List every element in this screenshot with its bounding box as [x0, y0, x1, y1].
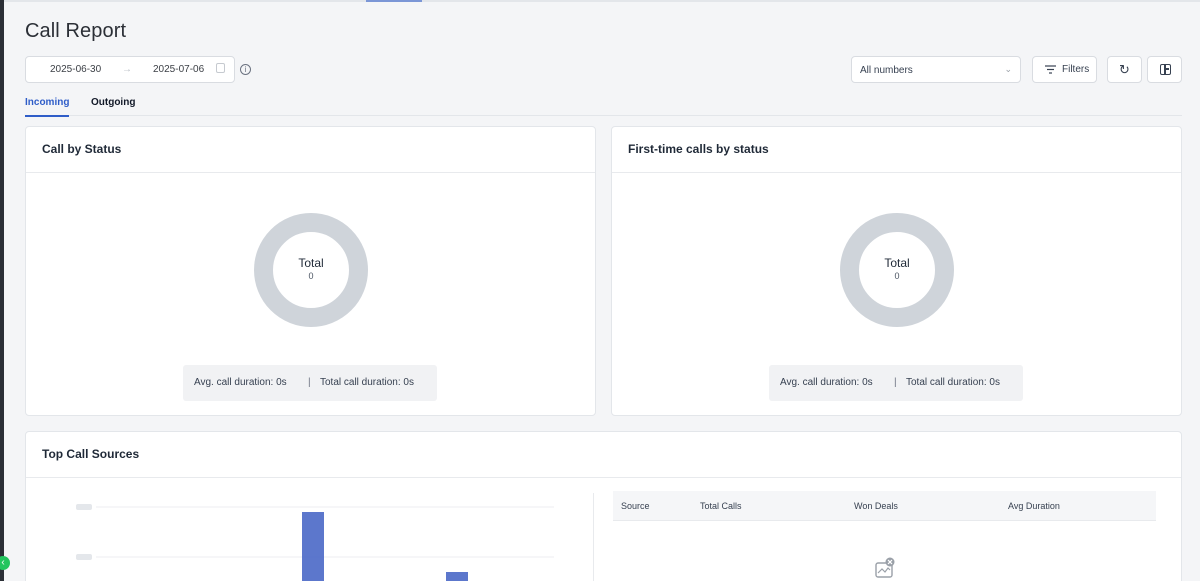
duration-summary: Avg. call duration: 0s | Total call dura…	[769, 365, 1023, 401]
top-call-sources-card: Top Call Sources Source Total Calls Won …	[25, 431, 1182, 581]
call-report-page: Call Report 2025-06-30 → 2025-07-06 i Al…	[25, 0, 1182, 581]
date-start[interactable]: 2025-06-30	[50, 64, 101, 75]
donut-total-value: 0	[308, 271, 314, 281]
donut-total-label: Total	[884, 256, 910, 270]
date-end[interactable]: 2025-07-06	[153, 64, 204, 75]
summary-separator: |	[308, 377, 311, 388]
tabs: Incoming Outgoing	[25, 96, 1182, 117]
top-sources-bar-chart	[76, 504, 554, 581]
column-header-avg-duration[interactable]: Avg Duration	[1008, 501, 1060, 511]
total-call-duration: Total call duration: 0s	[906, 377, 1000, 388]
calendar-icon[interactable]	[216, 63, 225, 73]
sources-table-header: Source Total Calls Won Deals Avg Duratio…	[613, 491, 1156, 521]
card-header: First-time calls by status	[612, 127, 1181, 173]
card-header: Call by Status	[26, 127, 595, 173]
card-title: First-time calls by status	[628, 142, 769, 156]
collapse-toggle-icon[interactable]: ‹	[0, 556, 10, 570]
filter-icon	[1045, 65, 1056, 74]
column-header-won-deals[interactable]: Won Deals	[854, 501, 898, 511]
date-arrow-icon: →	[122, 64, 132, 75]
info-icon[interactable]: i	[240, 64, 251, 75]
section-divider	[593, 493, 594, 581]
card-header: Top Call Sources	[26, 432, 1181, 478]
card-title: Top Call Sources	[42, 447, 140, 461]
date-range-picker[interactable]: 2025-06-30 → 2025-07-06	[25, 56, 235, 83]
column-header-total-calls[interactable]: Total Calls	[700, 501, 742, 511]
y-tick-label	[76, 554, 92, 560]
card-title: Call by Status	[42, 142, 122, 156]
first-time-calls-card: First-time calls by status Total 0 Avg. …	[611, 126, 1182, 416]
layout-icon	[1160, 64, 1171, 75]
layout-button[interactable]	[1147, 56, 1182, 83]
refresh-icon: ↻	[1119, 62, 1130, 77]
avg-call-duration: Avg. call duration: 0s	[780, 377, 873, 388]
left-rail: ‹	[0, 0, 10, 581]
page-title: Call Report	[25, 20, 127, 42]
y-tick-label	[76, 504, 92, 510]
chart-bar[interactable]	[302, 512, 324, 581]
tab-incoming[interactable]: Incoming	[25, 97, 70, 117]
refresh-button[interactable]: ↻	[1107, 56, 1142, 83]
total-call-duration: Total call duration: 0s	[320, 377, 414, 388]
numbers-select-value: All numbers	[860, 65, 913, 76]
filters-label: Filters	[1062, 64, 1090, 75]
numbers-select[interactable]: All numbers ⌄	[851, 56, 1021, 83]
donut-total-label: Total	[298, 256, 324, 270]
call-by-status-card: Call by Status Total 0 Avg. call duratio…	[25, 126, 596, 416]
summary-separator: |	[894, 377, 897, 388]
donut-chart: Total 0	[254, 213, 368, 327]
donut-chart: Total 0	[840, 213, 954, 327]
column-header-source[interactable]: Source	[621, 501, 650, 511]
duration-summary: Avg. call duration: 0s | Total call dura…	[183, 365, 437, 401]
donut-total-value: 0	[894, 271, 900, 281]
chart-bar[interactable]	[446, 572, 468, 581]
filters-button[interactable]: Filters	[1032, 56, 1097, 83]
chevron-down-icon: ⌄	[1004, 64, 1012, 74]
empty-state-icon	[875, 557, 895, 578]
avg-call-duration: Avg. call duration: 0s	[194, 377, 287, 388]
tab-outgoing[interactable]: Outgoing	[91, 97, 135, 108]
